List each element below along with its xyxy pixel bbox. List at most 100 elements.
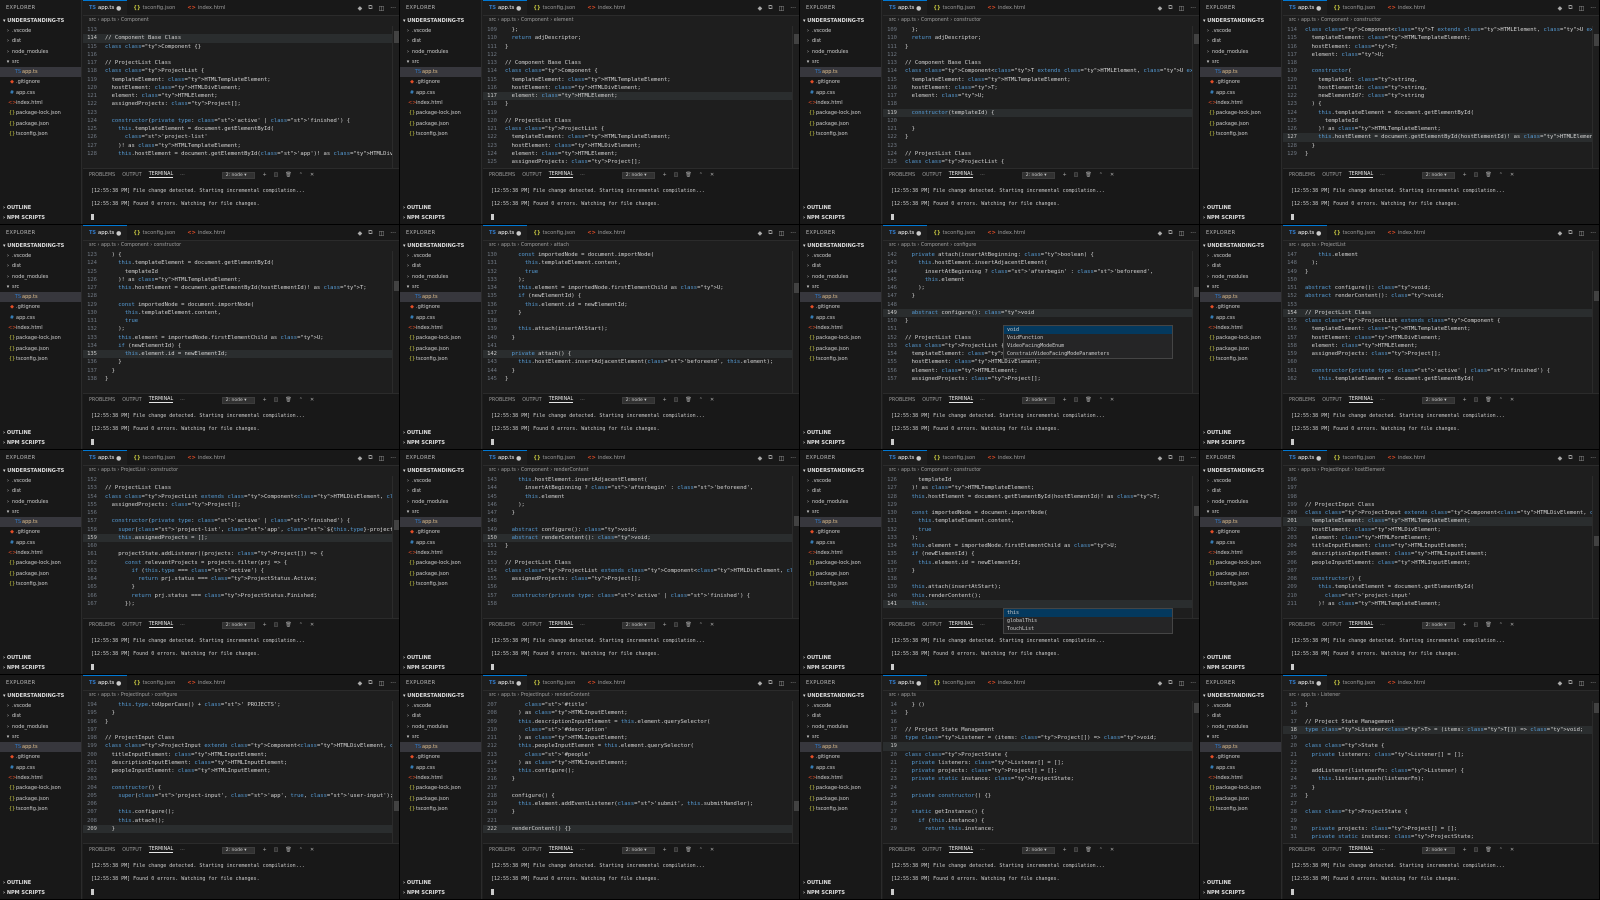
- new-terminal-icon[interactable]: +: [1062, 397, 1066, 403]
- tab-app-ts[interactable]: TS app.ts ●: [883, 675, 928, 690]
- file-tree-item[interactable]: {}tsconfig.json: [0, 129, 81, 139]
- file-tree-item[interactable]: › dist: [1200, 36, 1281, 46]
- file-tree-item[interactable]: › .vscode: [400, 26, 481, 36]
- tab-tsconfig[interactable]: {} tsconfig.json: [1327, 675, 1381, 690]
- file-tree-item[interactable]: {}package.json: [800, 794, 881, 804]
- trash-icon[interactable]: 🗑: [1485, 847, 1491, 853]
- tab-output[interactable]: OUTPUT: [922, 173, 942, 178]
- file-tree-item[interactable]: ▾ src: [1200, 732, 1281, 742]
- panel-more[interactable]: ···: [1380, 173, 1385, 178]
- tab-app-ts[interactable]: TS app.ts ●: [883, 225, 928, 240]
- file-tree-item[interactable]: › dist: [1200, 711, 1281, 721]
- unsaved-dot-icon[interactable]: ●: [916, 5, 921, 12]
- file-tree-item[interactable]: # app.css: [800, 88, 881, 98]
- maximize-panel-icon[interactable]: ⌃: [1099, 397, 1103, 403]
- terminal-select[interactable]: 2: node ▾: [1421, 621, 1456, 629]
- tab-problems[interactable]: PROBLEMS: [489, 848, 515, 853]
- file-tree-item[interactable]: › .vscode: [400, 251, 481, 261]
- tab-problems[interactable]: PROBLEMS: [889, 623, 915, 628]
- terminal-output[interactable]: [12:55:38 PM] File change detected. Star…: [1283, 406, 1599, 449]
- tab-app-ts[interactable]: TS app.ts ●: [883, 450, 928, 465]
- compare-icon[interactable]: ◆: [758, 230, 763, 237]
- breadcrumb[interactable]: src › app.ts › ProjectInput › configure: [83, 691, 399, 701]
- file-tree-item[interactable]: <>index.html: [400, 773, 481, 783]
- terminal-output[interactable]: [12:55:38 PM] File change detected. Star…: [483, 181, 799, 224]
- split-terminal-icon[interactable]: ◫: [1074, 397, 1079, 403]
- unsaved-dot-icon[interactable]: ●: [916, 455, 921, 462]
- panel-more[interactable]: ···: [180, 848, 185, 853]
- panel-more[interactable]: ···: [580, 398, 585, 403]
- terminal-select[interactable]: 2: node ▾: [1021, 396, 1056, 404]
- split-editor-icon[interactable]: ◫: [1579, 680, 1585, 687]
- file-tree-item[interactable]: › dist: [0, 261, 81, 271]
- split-editor-icon[interactable]: ◫: [379, 680, 385, 687]
- editor-scrollbar[interactable]: [392, 701, 399, 843]
- maximize-panel-icon[interactable]: ⌃: [1099, 172, 1103, 178]
- file-tree-item[interactable]: TSapp.ts: [800, 517, 881, 528]
- breadcrumb[interactable]: src › app.ts › ProjectList › constructor: [83, 466, 399, 476]
- file-tree-item[interactable]: {}package-lock.json: [0, 783, 81, 793]
- file-tree-item[interactable]: {}tsconfig.json: [400, 579, 481, 589]
- compare-icon[interactable]: ◆: [358, 230, 363, 237]
- file-tree-item[interactable]: {}package-lock.json: [400, 783, 481, 793]
- file-tree-item[interactable]: ▾ src: [400, 282, 481, 292]
- editor-scrollbar[interactable]: [1192, 476, 1199, 618]
- file-tree-item[interactable]: TSapp.ts: [400, 517, 481, 528]
- open-changes-icon[interactable]: ⧉: [768, 679, 772, 687]
- outline-section[interactable]: › OUTLINE: [400, 878, 482, 888]
- tab-terminal[interactable]: TERMINAL: [1348, 397, 1374, 403]
- editor-scrollbar[interactable]: [792, 251, 799, 393]
- terminal-prompt[interactable]: [91, 436, 392, 449]
- outline-section[interactable]: › OUTLINE: [400, 653, 482, 663]
- project-folder-header[interactable]: ▾ UNDERSTANDING-TS: [400, 16, 481, 26]
- terminal-output[interactable]: [12:55:38 PM] File change detected. Star…: [483, 856, 799, 899]
- outline-section[interactable]: › OUTLINE: [0, 878, 82, 888]
- split-editor-icon[interactable]: ◫: [1579, 455, 1585, 462]
- tab-problems[interactable]: PROBLEMS: [89, 623, 115, 628]
- code-editor[interactable]: 123 ) {124 this.templateElement = docume…: [83, 251, 399, 393]
- file-tree-item[interactable]: ◆ .gitignore: [800, 527, 881, 537]
- split-editor-icon[interactable]: ◫: [779, 5, 785, 12]
- tab-index-html[interactable]: <> index.html: [1381, 675, 1431, 690]
- close-panel-icon[interactable]: ✕: [1510, 847, 1514, 853]
- compare-icon[interactable]: ◆: [358, 5, 363, 12]
- file-tree-item[interactable]: # app.css: [1200, 313, 1281, 323]
- close-panel-icon[interactable]: ✕: [1510, 397, 1514, 403]
- split-editor-icon[interactable]: ◫: [1579, 230, 1585, 237]
- file-tree-item[interactable]: › dist: [800, 711, 881, 721]
- code-editor[interactable]: 14 } () 15} 16 17// Project State Managemen…: [883, 701, 1199, 843]
- terminal-prompt[interactable]: [491, 211, 792, 224]
- tab-output[interactable]: OUTPUT: [122, 398, 142, 403]
- tab-terminal[interactable]: TERMINAL: [148, 847, 174, 853]
- new-terminal-icon[interactable]: +: [1462, 172, 1466, 178]
- tab-index-html[interactable]: <> index.html: [581, 225, 631, 240]
- split-terminal-icon[interactable]: ◫: [674, 172, 679, 178]
- tab-tsconfig[interactable]: {} tsconfig.json: [127, 675, 181, 690]
- file-tree-item[interactable]: {}tsconfig.json: [0, 579, 81, 589]
- tab-tsconfig[interactable]: {} tsconfig.json: [527, 675, 581, 690]
- file-tree-item[interactable]: {}package-lock.json: [400, 108, 481, 118]
- file-tree-item[interactable]: TSapp.ts: [1200, 292, 1281, 303]
- tab-terminal[interactable]: TERMINAL: [948, 172, 974, 178]
- open-changes-icon[interactable]: ⧉: [368, 679, 372, 687]
- file-tree-item[interactable]: ◆ .gitignore: [400, 527, 481, 537]
- tab-problems[interactable]: PROBLEMS: [489, 173, 515, 178]
- file-tree-item[interactable]: › .vscode: [0, 26, 81, 36]
- terminal-output[interactable]: [12:55:38 PM] File change detected. Star…: [83, 856, 399, 899]
- project-folder-header[interactable]: ▾ UNDERSTANDING-TS: [400, 241, 481, 251]
- terminal-prompt[interactable]: [1291, 436, 1592, 449]
- terminal-select[interactable]: 2: node ▾: [621, 846, 656, 854]
- terminal-prompt[interactable]: [891, 661, 1192, 674]
- file-tree-item[interactable]: <>index.html: [1200, 548, 1281, 558]
- npm-scripts-section[interactable]: › NPM SCRIPTS: [1200, 888, 1282, 898]
- close-panel-icon[interactable]: ✕: [1110, 847, 1114, 853]
- file-tree-item[interactable]: ▾ src: [800, 507, 881, 517]
- split-editor-icon[interactable]: ◫: [1179, 455, 1185, 462]
- editor-scrollbar[interactable]: [792, 701, 799, 843]
- file-tree-item[interactable]: <>index.html: [0, 773, 81, 783]
- code-editor[interactable]: 196 197 198 199// ProjectInput Class 200 clas…: [1283, 476, 1599, 618]
- file-tree-item[interactable]: <>index.html: [1200, 323, 1281, 333]
- new-terminal-icon[interactable]: +: [662, 397, 666, 403]
- close-panel-icon[interactable]: ✕: [710, 847, 714, 853]
- tab-output[interactable]: OUTPUT: [1322, 848, 1342, 853]
